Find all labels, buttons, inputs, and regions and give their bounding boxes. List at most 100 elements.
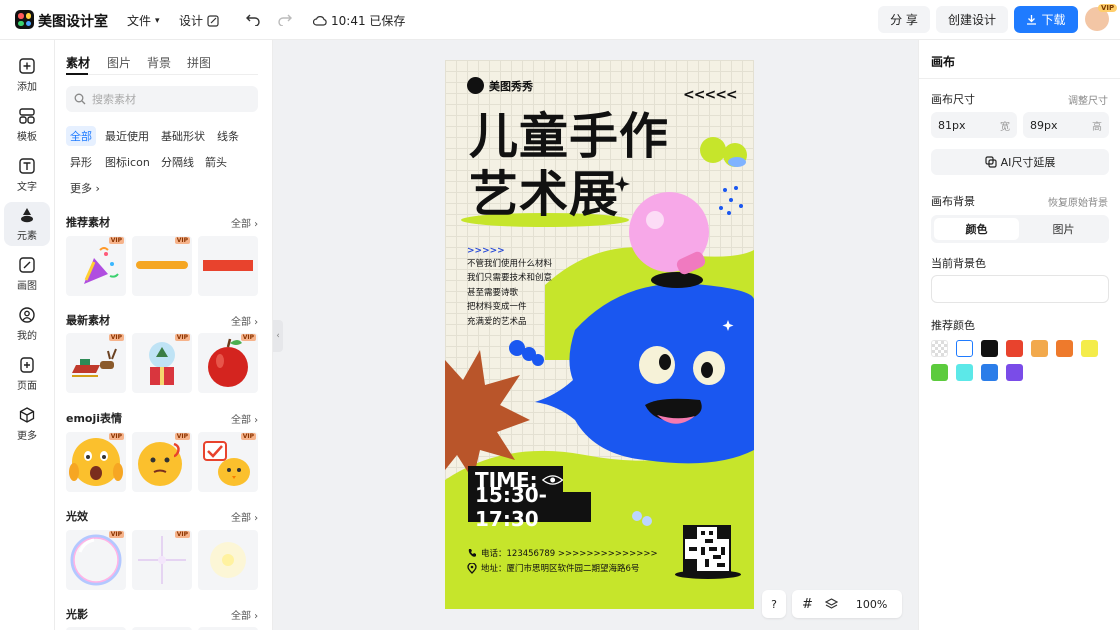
file-menu[interactable]: 文件 ▾ [127, 12, 160, 29]
search-input[interactable]: 搜索素材 [66, 86, 258, 112]
share-button[interactable]: 分 享 [878, 6, 930, 33]
chip-arrow[interactable]: 箭头 [201, 152, 231, 172]
tab-material[interactable]: 素材 [66, 54, 90, 71]
color-swatch[interactable] [981, 364, 998, 381]
nav-item-draw[interactable]: 画图 [4, 252, 50, 296]
segment-image[interactable]: 图片 [1021, 218, 1106, 240]
see-all-label: 全部 [231, 415, 251, 426]
color-swatch[interactable] [931, 364, 948, 381]
download-button[interactable]: 下载 [1014, 6, 1078, 33]
grid-icon[interactable]: # [802, 597, 813, 612]
color-swatch[interactable] [1056, 340, 1073, 357]
width-field[interactable]: 81px 宽 [931, 112, 1017, 138]
canvas-settings-panel: 画布 画布尺寸 调整尺寸 81px 宽 89px 高 AI尺寸延展 画布背景 恢… [918, 40, 1120, 630]
color-swatch[interactable] [956, 364, 973, 381]
chip-more[interactable]: 更多 › [66, 178, 104, 198]
panel-divider [919, 78, 1120, 79]
phone-icon [468, 549, 476, 557]
nav-label-template: 模板 [17, 132, 37, 143]
resize-link[interactable]: 调整尺寸 [1068, 92, 1108, 107]
layers-icon[interactable] [824, 597, 838, 611]
see-all-latest[interactable]: 全部 › [231, 313, 258, 328]
vip-badge: VIP [108, 531, 124, 538]
app-logo[interactable] [15, 10, 34, 29]
see-all-recommend[interactable]: 全部 › [231, 215, 258, 230]
color-swatch[interactable] [1006, 364, 1023, 381]
tab-background[interactable]: 背景 [147, 54, 171, 71]
recommended-colors-label: 推荐颜色 [931, 319, 975, 332]
design-canvas[interactable]: 美图秀秀 <<<<< 儿童手作 艺术展 >>>>> 不管我们使用什么材料 我们只… [445, 60, 754, 609]
design-menu[interactable]: 设计 [179, 12, 219, 29]
nav-item-page[interactable]: 页面 [4, 352, 50, 396]
chip-irregular[interactable]: 异形 [66, 152, 96, 172]
material-thumb[interactable]: VIP [66, 530, 126, 590]
material-thumb[interactable]: VIP [66, 333, 126, 393]
left-nav: 添加 模板 文字 元素 画图 我的 页面 更多 [0, 40, 55, 630]
zoom-level[interactable]: 100% [856, 598, 887, 611]
nav-item-mine[interactable]: 我的 [4, 302, 50, 346]
nav-label-text: 文字 [17, 182, 37, 193]
create-design-button[interactable]: 创建设计 [936, 6, 1008, 33]
help-button[interactable]: ? [762, 590, 786, 618]
segment-color[interactable]: 颜色 [934, 218, 1019, 240]
vip-badge: VIP [240, 334, 256, 341]
see-all-light-shadow[interactable]: 全部 › [231, 607, 258, 622]
color-swatch[interactable] [1031, 340, 1048, 357]
chip-divider[interactable]: 分隔线 [157, 152, 198, 172]
chip-basic-shapes[interactable]: 基础形状 [157, 126, 209, 146]
tab-divider [66, 74, 258, 75]
search-placeholder: 搜索素材 [92, 93, 136, 106]
material-thumb[interactable] [198, 236, 258, 296]
ai-resize-button[interactable]: AI尺寸延展 [931, 149, 1109, 175]
chevron-left-icon: ‹ [276, 331, 280, 341]
material-thumb[interactable]: VIP [132, 333, 192, 393]
material-thumb[interactable]: VIP [66, 236, 126, 296]
nav-item-template[interactable]: 模板 [4, 103, 50, 147]
nav-item-text[interactable]: 文字 [4, 153, 50, 197]
tab-image[interactable]: 图片 [107, 54, 131, 71]
material-thumb[interactable]: VIP [132, 236, 192, 296]
color-swatch[interactable] [981, 340, 998, 357]
plus-square-icon [19, 58, 35, 74]
tab-collage[interactable]: 拼图 [187, 54, 211, 71]
chip-all[interactable]: 全部 [66, 126, 96, 146]
color-swatch[interactable] [1081, 340, 1098, 357]
undo-icon[interactable] [246, 12, 260, 26]
reindeer-sleigh-icon [72, 348, 117, 377]
material-thumb[interactable]: VIP [198, 333, 258, 393]
nav-item-add[interactable]: 添加 [4, 53, 50, 97]
nav-label-element: 元素 [17, 231, 37, 242]
see-all-light-effect[interactable]: 全部 › [231, 509, 258, 524]
app-brand[interactable]: 美图设计室 [38, 11, 108, 31]
see-all-emoji[interactable]: 全部 › [231, 411, 258, 426]
text-icon [19, 158, 35, 174]
nav-item-element[interactable]: 元素 [4, 202, 50, 246]
vip-badge: VIP [174, 334, 190, 341]
material-thumb[interactable]: VIP [132, 432, 192, 492]
thinking-emoji-icon [138, 442, 182, 486]
poster-phone-text: 电话：123456789 >>>>>>>>>>>>>> [481, 549, 658, 559]
material-thumb[interactable]: VIP [66, 432, 126, 492]
restore-bg-link[interactable]: 恢复原始背景 [1048, 194, 1108, 209]
color-swatch[interactable] [931, 340, 948, 357]
top-bar: 美图设计室 文件 ▾ 设计 10:41 已保存 分 享 创建设计 下载 VIP [0, 0, 1120, 40]
section-title-emoji: emoji表情 [66, 412, 123, 425]
height-field[interactable]: 89px 高 [1023, 112, 1109, 138]
collapse-panel-button[interactable]: ‹ [273, 320, 283, 352]
material-thumb[interactable]: VIP [198, 432, 258, 492]
color-swatch[interactable] [1006, 340, 1023, 357]
current-bg-color-field[interactable] [931, 275, 1109, 303]
nav-label-mine: 我的 [17, 331, 37, 342]
material-thumb[interactable]: VIP [132, 530, 192, 590]
chip-icons[interactable]: 图标icon [101, 152, 154, 172]
color-swatch[interactable] [956, 340, 973, 357]
chip-recent[interactable]: 最近使用 [101, 126, 153, 146]
download-label: 下载 [1041, 13, 1066, 27]
chip-lines[interactable]: 线条 [213, 126, 243, 146]
material-thumb[interactable] [198, 530, 258, 590]
poster-brand-logo-icon [467, 77, 484, 94]
nav-item-more[interactable]: 更多 [4, 402, 50, 446]
redo-icon[interactable] [278, 12, 292, 26]
poster-body-line: 我们只需要技术和创意 [467, 273, 553, 283]
avatar[interactable]: VIP [1085, 4, 1118, 31]
